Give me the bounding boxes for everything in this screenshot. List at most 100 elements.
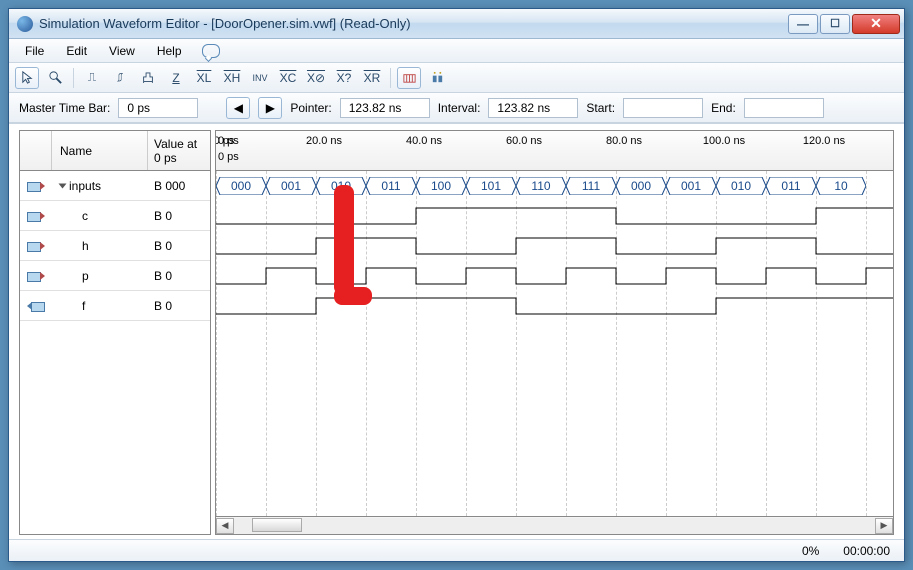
signal-name: inputs [69,179,101,193]
count-button[interactable]: XC [276,67,300,89]
bus-value-cell: 111 [566,177,616,195]
run-simulation-button[interactable] [425,67,449,89]
waveform-panel: 0 ps 0 ps 0 ps20.0 ns40.0 ns60.0 ns80.0 … [215,130,894,535]
wave-row-h [216,231,893,261]
signal-row[interactable]: inputs B 000 [20,171,210,201]
output-pin-icon [27,300,45,312]
signal-row[interactable]: h B 0 [20,231,210,261]
start-value[interactable] [623,98,703,118]
interval-label: Interval: [438,101,481,115]
scroll-right-button[interactable]: ▶ [875,518,893,534]
signal-rows: inputs B 000 c B 0 h B 0 p B 0 f B 0 [20,171,210,321]
timebar-prev-button[interactable]: ◀ [226,97,250,119]
signal-value: B 0 [148,269,210,283]
ruler-tick: 60.0 ns [506,135,542,147]
bus-value-cell: 011 [366,177,416,195]
time-ruler[interactable]: 0 ps 0 ps 0 ps20.0 ns40.0 ns60.0 ns80.0 … [216,131,893,171]
overwrite-clock-button[interactable]: X⊘ [304,67,328,89]
menu-help[interactable]: Help [147,41,192,61]
ruler-marker: 0 ps [218,151,239,163]
signal-name: c [82,209,88,223]
maximize-button[interactable]: ☐ [820,14,850,34]
expand-icon[interactable] [59,183,67,188]
snap-grid-button[interactable] [397,67,421,89]
force-weak-high-button[interactable]: XH [220,67,244,89]
ruler-tick: 80.0 ns [606,135,642,147]
menu-file[interactable]: File [15,41,54,61]
signal-value: B 0 [148,239,210,253]
timebar-next-button[interactable]: ▶ [258,97,282,119]
wave-row-c [216,201,893,231]
titlebar[interactable]: Simulation Waveform Editor - [DoorOpener… [9,9,904,39]
signal-value: B 0 [148,209,210,223]
input-pin-icon [27,270,45,282]
bus-value-cell: 000 [616,177,666,195]
value-column-header[interactable]: Value at 0 ps [148,131,210,170]
interval-value: 123.82 ns [488,98,578,118]
bus-row-inputs: 00000101001110010111011100000101001110 [216,171,893,201]
toolbar-separator [390,68,391,88]
timebar: Master Time Bar: 0 ps ◀ ▶ Pointer: 123.8… [9,93,904,123]
signal-row[interactable]: f B 0 [20,291,210,321]
ruler-tick: 120.0 ns [803,135,845,147]
scroll-thumb[interactable] [252,518,302,532]
ruler-tick: 40.0 ns [406,135,442,147]
pointer-label: Pointer: [290,101,331,115]
signal-name: p [82,269,89,283]
random-button[interactable]: XR [360,67,384,89]
signal-row[interactable]: p B 0 [20,261,210,291]
force-high-button[interactable]: ⎎ [108,67,132,89]
menubar: File Edit View Help [9,39,904,63]
horizontal-scrollbar[interactable]: ◀ ▶ [216,516,893,534]
zoom-tool-button[interactable] [43,67,67,89]
bus-value-cell: 101 [466,177,516,195]
toolbar: ⎍ ⎎ 凸 Z XL XH INV XC X⊘ X? XR [9,63,904,93]
end-value[interactable] [744,98,824,118]
bus-value-cell: 000 [216,177,266,195]
minimize-button[interactable]: — [788,14,818,34]
force-low-button[interactable]: ⎍ [80,67,104,89]
menu-edit[interactable]: Edit [56,41,97,61]
arbitrary-button[interactable]: X? [332,67,356,89]
signal-row[interactable]: c B 0 [20,201,210,231]
signal-value: B 000 [148,179,210,193]
ruler-tick: 0 ps [215,135,234,147]
ruler-tick: 20.0 ns [306,135,342,147]
bus-value-cell: 10 [816,177,866,195]
bus-value-cell: 001 [266,177,316,195]
help-bubble-icon[interactable] [202,44,220,58]
pointer-tool-button[interactable] [15,67,39,89]
input-pin-icon [27,210,45,222]
app-icon [17,16,33,32]
scroll-left-button[interactable]: ◀ [216,518,234,534]
bus-value-cell: 011 [766,177,816,195]
scroll-track[interactable] [234,518,875,534]
bus-value-cell: 010 [716,177,766,195]
signal-value: B 0 [148,299,210,313]
input-pin-icon [27,180,45,192]
force-z-button[interactable]: Z [164,67,188,89]
menu-view[interactable]: View [99,41,145,61]
signal-list-panel: Name Value at 0 ps inputs B 000 c B 0 h B 0 p B… [19,130,211,535]
signal-list-header: Name Value at 0 ps [20,131,210,171]
status-time: 00:00:00 [843,544,890,558]
close-button[interactable]: ✕ [852,14,900,34]
end-label: End: [711,101,736,115]
signal-name: h [82,239,89,253]
input-pin-icon [27,240,45,252]
bus-value-cell: 100 [416,177,466,195]
master-timebar-value[interactable]: 0 ps [118,98,198,118]
name-column-header[interactable]: Name [52,131,148,170]
master-timebar-label: Master Time Bar: [19,101,110,115]
app-window: Simulation Waveform Editor - [DoorOpener… [8,8,905,562]
toolbar-separator [73,68,74,88]
wave-row-f [216,291,893,321]
bus-value-cell: 110 [516,177,566,195]
waveform-area[interactable]: 00000101001110010111011100000101001110 [216,171,893,516]
wave-row-p [216,261,893,291]
invert-button[interactable]: INV [248,67,272,89]
force-weak-low-button[interactable]: XL [192,67,216,89]
force-unknown-button[interactable]: 凸 [136,67,160,89]
ruler-tick: 100.0 ns [703,135,745,147]
signal-name: f [82,299,85,313]
